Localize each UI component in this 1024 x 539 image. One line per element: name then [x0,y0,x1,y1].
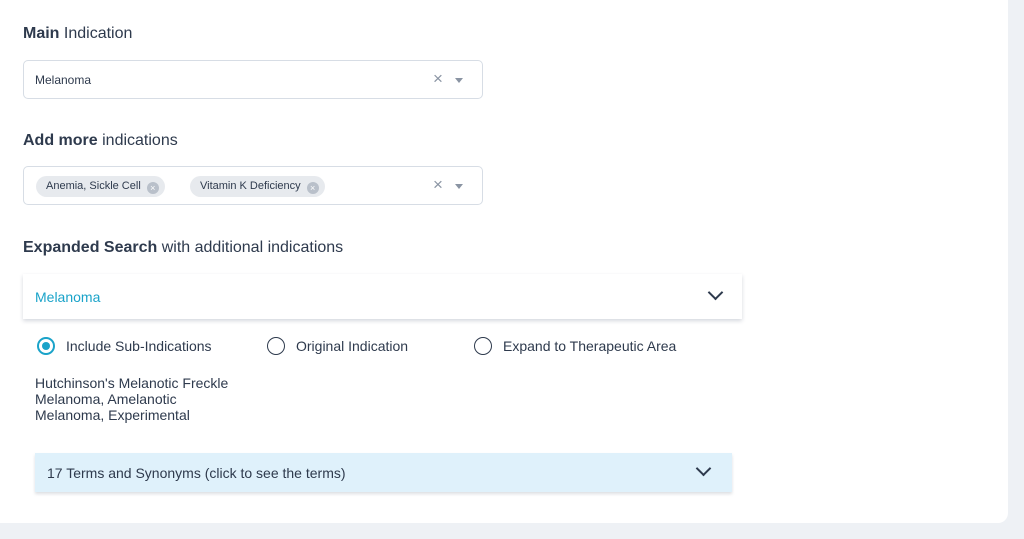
radio-include-sub-indications[interactable]: Include Sub-Indications [37,337,212,355]
radio-label: Expand to Therapeutic Area [503,338,677,354]
chip-label: Vitamin K Deficiency [200,180,301,192]
form-card: Main Indication Melanoma × Add more indi… [0,0,1008,523]
sub-indication-item: Melanoma, Amelanotic [35,391,177,407]
expanded-search-label-bold: Expanded Search [23,239,158,256]
clear-icon[interactable]: × [431,176,445,193]
chevron-down-icon[interactable] [707,284,724,301]
indication-chip: Anemia, Sickle Cell × [36,176,165,197]
clear-icon[interactable]: × [431,70,445,87]
indication-chip: Vitamin K Deficiency × [190,176,325,197]
radio-original-indication[interactable]: Original Indication [267,337,408,355]
radio-unselected-icon[interactable] [474,337,492,355]
radio-selected-icon[interactable] [37,337,55,355]
more-indications-label-bold: Add more [23,132,98,149]
caret-down-icon[interactable] [455,78,463,83]
main-indication-label: Main Indication [23,25,132,43]
remove-chip-icon[interactable]: × [306,182,319,194]
chip-label: Anemia, Sickle Cell [46,180,141,192]
terms-synonyms-label: 17 Terms and Synonyms (click to see the … [47,465,346,481]
main-indication-label-rest: Indication [59,25,133,42]
remove-chip-icon[interactable]: × [146,182,159,194]
radio-label: Original Indication [296,338,409,354]
radio-expand-therapeutic-area[interactable]: Expand to Therapeutic Area [474,337,676,355]
radio-unselected-icon[interactable] [267,337,285,355]
terms-synonyms-toggle[interactable]: 17 Terms and Synonyms (click to see the … [35,453,732,492]
expanded-search-label-rest: with additional indications [157,239,344,256]
radio-label: Include Sub-Indications [66,338,212,354]
chevron-down-icon[interactable] [695,460,712,477]
main-indication-value: Melanoma [35,73,92,87]
sub-indication-item: Melanoma, Experimental [35,407,190,423]
sub-indications-list: Hutchinson's Melanotic Freckle Melanoma,… [35,375,228,423]
more-indications-label-rest: indications [97,132,178,149]
main-indication-label-bold: Main [23,25,60,42]
expanded-search-panel: Include Sub-Indications Original Indicat… [23,319,742,507]
more-indications-select[interactable]: Anemia, Sickle Cell × Vitamin K Deficienc… [23,166,483,205]
main-indication-select[interactable]: Melanoma × [23,60,483,99]
sub-indication-item: Hutchinson's Melanotic Freckle [35,375,229,391]
expanded-search-accordion-header[interactable]: Melanoma [23,274,742,319]
accordion-title: Melanoma [35,289,101,305]
more-indications-label: Add more indications [23,132,178,150]
caret-down-icon[interactable] [455,184,463,189]
expanded-search-label: Expanded Search with additional indicati… [23,239,343,257]
